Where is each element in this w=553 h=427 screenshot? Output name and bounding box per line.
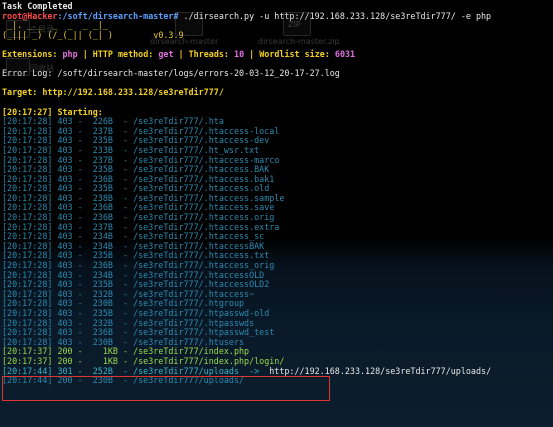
prompt-path: :/soft/dirsearch-master#	[57, 10, 179, 21]
banner-art-line-2-text: (_||| _) (/_(_|| (_| )	[2, 29, 113, 40]
separator-1: |	[77, 48, 93, 59]
extensions-value: php	[62, 48, 78, 59]
terminal-output: Task Completed root@Hacker:/soft/dirsear…	[2, 1, 551, 386]
settings-line: Extensions: php | HTTP method: get | Thr…	[2, 48, 551, 60]
highlight-box	[2, 376, 330, 401]
wordlist-label: Wordlist size:	[259, 48, 330, 59]
threads-label: Threads:	[188, 48, 229, 59]
wordlist-value: 6031	[334, 48, 356, 59]
method-value: get	[158, 48, 174, 59]
threads-value: 10	[234, 48, 245, 59]
target-line: Target: http://192.168.233.128/se3reTdir…	[2, 87, 224, 98]
result-row-text: [20:17:44] 301 - 252B - /se3reTdir777/up…	[2, 365, 270, 376]
results-list: [20:17:28] 403 - 226B - /se3reTdir777/.h…	[2, 117, 551, 386]
method-label: HTTP method:	[92, 48, 154, 59]
banner-art-line-2: (_||| _) (/_(_|| (_| ) v0.3.9	[2, 29, 551, 41]
redirect-url: http://192.168.233.128/se3reTdir777/uplo…	[269, 365, 492, 376]
separator-3: |	[244, 48, 260, 59]
terminal-window[interactable]: Task Completed root@Hacker:/soft/dirsear…	[0, 0, 553, 427]
banner-version: v0.3.9	[153, 29, 184, 40]
separator-2: |	[173, 48, 189, 59]
extensions-label: Extensions:	[2, 48, 58, 59]
prompt-user: root@Hacker	[2, 10, 58, 21]
command-text: ./dirsearch.py -u http://192.168.233.128…	[178, 10, 492, 21]
error-log-line: Error Log: /soft/dirsearch-master/logs/e…	[2, 68, 340, 79]
